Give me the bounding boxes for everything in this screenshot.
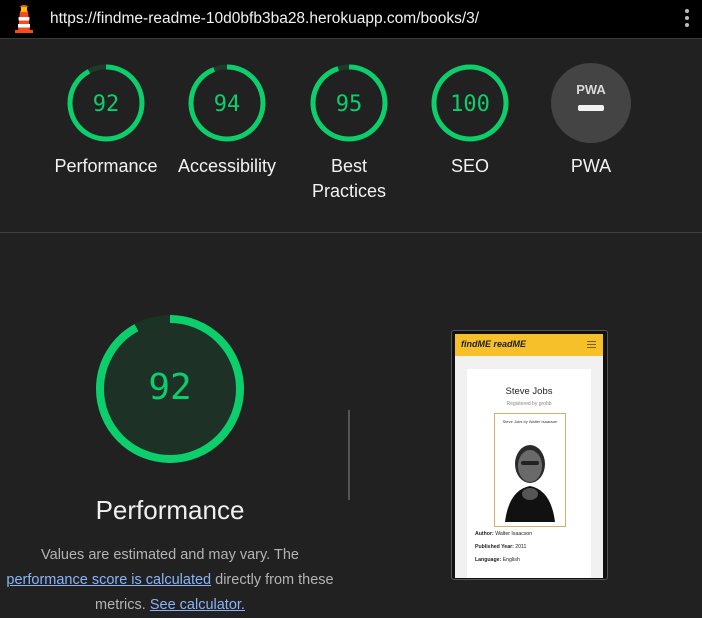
gauge-best-practices[interactable]: 95 Best Practices <box>288 63 410 204</box>
book-cover: Steve Jobs by Walter Isaacson <box>494 413 566 527</box>
hamburger-icon <box>587 341 596 350</box>
kebab-menu-icon[interactable] <box>681 9 693 31</box>
score-value: 100 <box>450 92 490 117</box>
performance-big-gauge: 92 <box>96 315 244 463</box>
screenshot-navbar: findME readME <box>455 334 603 356</box>
score-calculated-link[interactable]: performance score is calculated <box>6 572 211 588</box>
score-ring: 95 <box>310 64 388 142</box>
final-screenshot[interactable]: findME readME Steve Jobs Registered by g… <box>451 330 608 580</box>
gauge-seo[interactable]: 100 SEO <box>410 63 530 179</box>
score-value: 94 <box>214 92 241 117</box>
gauge-label: PWA <box>570 156 612 176</box>
category-gauges: 92 Performance 94 Accessibility 95 Best … <box>0 39 702 232</box>
performance-description: Values are estimated and may vary. The p… <box>6 547 334 613</box>
score-ring: 94 <box>188 64 266 142</box>
lighthouse-icon <box>15 5 33 33</box>
gauge-pwa[interactable]: PWA PWA <box>531 63 651 179</box>
gauge-label: Accessibility <box>177 156 277 176</box>
book-card: Steve Jobs Registered by grobb Steve Job… <box>467 369 591 578</box>
performance-score: 92 <box>148 367 191 408</box>
see-calculator-link[interactable]: See calculator. <box>150 597 245 613</box>
gauge-label: Best Practices <box>312 156 387 201</box>
gauge-performance[interactable]: 92 Performance <box>46 63 166 179</box>
gauge-accessibility[interactable]: 94 Accessibility <box>167 63 287 179</box>
score-value: 92 <box>93 92 120 117</box>
pwa-badge-text: PWA <box>576 82 606 97</box>
vertical-divider <box>348 410 350 500</box>
screenshot-brand: findME readME <box>461 339 527 349</box>
gauge-label: Performance <box>54 156 158 176</box>
section-divider <box>0 232 702 233</box>
meta-language: Language: English <box>475 557 520 563</box>
registered-by: Registered by grobb <box>506 401 552 407</box>
score-ring: 100 <box>431 64 509 142</box>
score-value: 95 <box>336 92 363 117</box>
address-bar-url[interactable]: https://findme-readme-10d0bfb3ba28.herok… <box>50 10 479 28</box>
score-ring: 92 <box>67 64 145 142</box>
pwa-badge-icon: PWA <box>551 63 631 143</box>
portrait-image <box>495 428 565 522</box>
performance-title: Performance <box>95 495 245 525</box>
gauge-label: SEO <box>450 156 489 176</box>
meta-author: Author: Walter Isaacson <box>475 531 533 537</box>
book-title: Steve Jobs <box>505 386 553 397</box>
browser-toolbar: https://findme-readme-10d0bfb3ba28.herok… <box>0 0 702 39</box>
meta-year: Published Year: 2011 <box>475 544 527 550</box>
